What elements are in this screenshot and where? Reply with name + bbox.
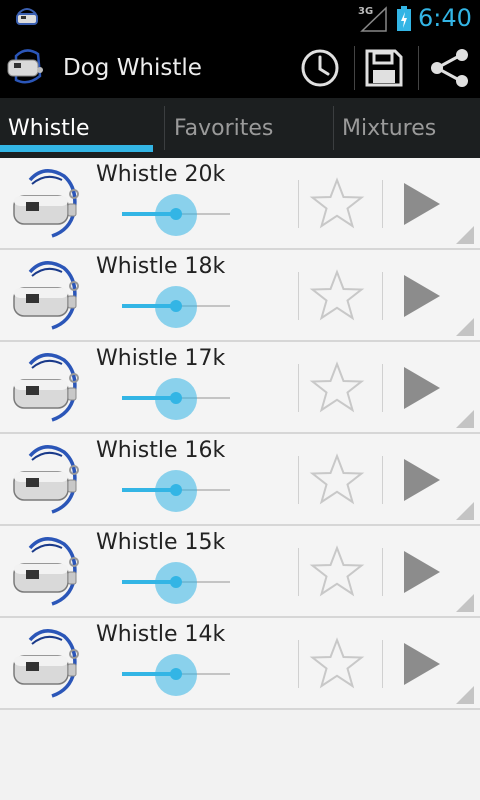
favorite-button[interactable] — [306, 450, 368, 510]
history-button[interactable] — [296, 44, 344, 92]
row-separator — [382, 272, 383, 320]
whistle-row: Whistle 16k — [0, 434, 480, 526]
clock-time: 6:40 — [418, 4, 472, 32]
star-icon — [309, 637, 365, 689]
volume-slider[interactable] — [122, 378, 230, 420]
save-button[interactable] — [360, 44, 408, 92]
volume-slider[interactable] — [122, 470, 230, 512]
whistle-label: Whistle 20k — [96, 162, 226, 187]
play-icon — [404, 551, 440, 593]
share-button[interactable] — [426, 44, 474, 92]
app-logo-icon[interactable] — [4, 46, 48, 90]
play-button[interactable] — [392, 266, 452, 326]
play-button[interactable] — [392, 542, 452, 602]
play-icon — [404, 459, 440, 501]
expand-corner-icon — [456, 502, 474, 520]
app-notification-icon — [16, 8, 38, 25]
expand-corner-icon — [456, 686, 474, 704]
action-divider — [354, 46, 355, 90]
whistle-row: Whistle 18k — [0, 250, 480, 342]
volume-slider[interactable] — [122, 286, 230, 328]
play-icon — [404, 643, 440, 685]
favorite-button[interactable] — [306, 358, 368, 418]
row-separator — [382, 364, 383, 412]
row-separator — [298, 272, 299, 320]
status-bar: 3G 6:40 — [0, 0, 480, 38]
action-divider — [418, 46, 419, 90]
row-separator — [298, 456, 299, 504]
history-icon — [301, 49, 339, 87]
whistle-label: Whistle 14k — [96, 622, 226, 647]
app-title: Dog Whistle — [63, 55, 202, 81]
save-icon — [365, 49, 403, 87]
signal-icon — [360, 6, 387, 32]
whistle-icon — [13, 261, 79, 330]
slider-thumb[interactable] — [170, 576, 182, 588]
volume-slider[interactable] — [122, 194, 230, 236]
tab-separator — [333, 106, 334, 150]
favorite-button[interactable] — [306, 634, 368, 694]
play-button[interactable] — [392, 634, 452, 694]
tab-mixtures[interactable]: Mixtures — [342, 98, 436, 158]
play-icon — [404, 275, 440, 317]
row-separator — [382, 456, 383, 504]
slider-thumb[interactable] — [170, 668, 182, 680]
slider-thumb[interactable] — [170, 300, 182, 312]
row-separator — [382, 180, 383, 228]
battery-charging-icon — [397, 6, 411, 31]
row-separator — [382, 548, 383, 596]
row-separator — [298, 180, 299, 228]
star-icon — [309, 177, 365, 229]
favorite-button[interactable] — [306, 266, 368, 326]
share-icon — [431, 49, 468, 87]
slider-thumb[interactable] — [170, 484, 182, 496]
star-icon — [309, 269, 365, 321]
whistle-icon — [13, 445, 79, 514]
whistle-row: Whistle 17k — [0, 342, 480, 434]
whistle-label: Whistle 18k — [96, 254, 226, 279]
favorite-button[interactable] — [306, 542, 368, 602]
whistle-icon — [13, 537, 79, 606]
row-separator — [298, 548, 299, 596]
volume-slider[interactable] — [122, 654, 230, 696]
slider-thumb[interactable] — [170, 208, 182, 220]
row-separator — [298, 640, 299, 688]
expand-corner-icon — [456, 410, 474, 428]
play-icon — [404, 183, 440, 225]
tab-separator — [164, 106, 165, 150]
whistle-icon — [13, 629, 79, 698]
whistle-label: Whistle 17k — [96, 346, 226, 371]
play-icon — [404, 367, 440, 409]
star-icon — [309, 361, 365, 413]
expand-corner-icon — [456, 318, 474, 336]
favorite-button[interactable] — [306, 174, 368, 234]
whistle-icon — [13, 169, 79, 238]
volume-slider[interactable] — [122, 562, 230, 604]
expand-corner-icon — [456, 226, 474, 244]
action-bar: Dog Whistle — [0, 38, 480, 98]
star-icon — [309, 545, 365, 597]
play-button[interactable] — [392, 358, 452, 418]
whistle-row: Whistle 14k — [0, 618, 480, 710]
row-separator — [382, 640, 383, 688]
whistle-row: Whistle 15k — [0, 526, 480, 618]
whistle-icon — [13, 353, 79, 422]
star-icon — [309, 453, 365, 505]
active-tab-indicator — [0, 145, 153, 152]
row-separator — [298, 364, 299, 412]
slider-thumb[interactable] — [170, 392, 182, 404]
whistle-label: Whistle 15k — [96, 530, 226, 555]
tab-favorites[interactable]: Favorites — [174, 98, 273, 158]
play-button[interactable] — [392, 450, 452, 510]
play-button[interactable] — [392, 174, 452, 234]
whistle-row: Whistle 20k — [0, 158, 480, 250]
whistle-label: Whistle 16k — [96, 438, 226, 463]
network-indicator: 3G — [358, 6, 388, 32]
expand-corner-icon — [456, 594, 474, 612]
